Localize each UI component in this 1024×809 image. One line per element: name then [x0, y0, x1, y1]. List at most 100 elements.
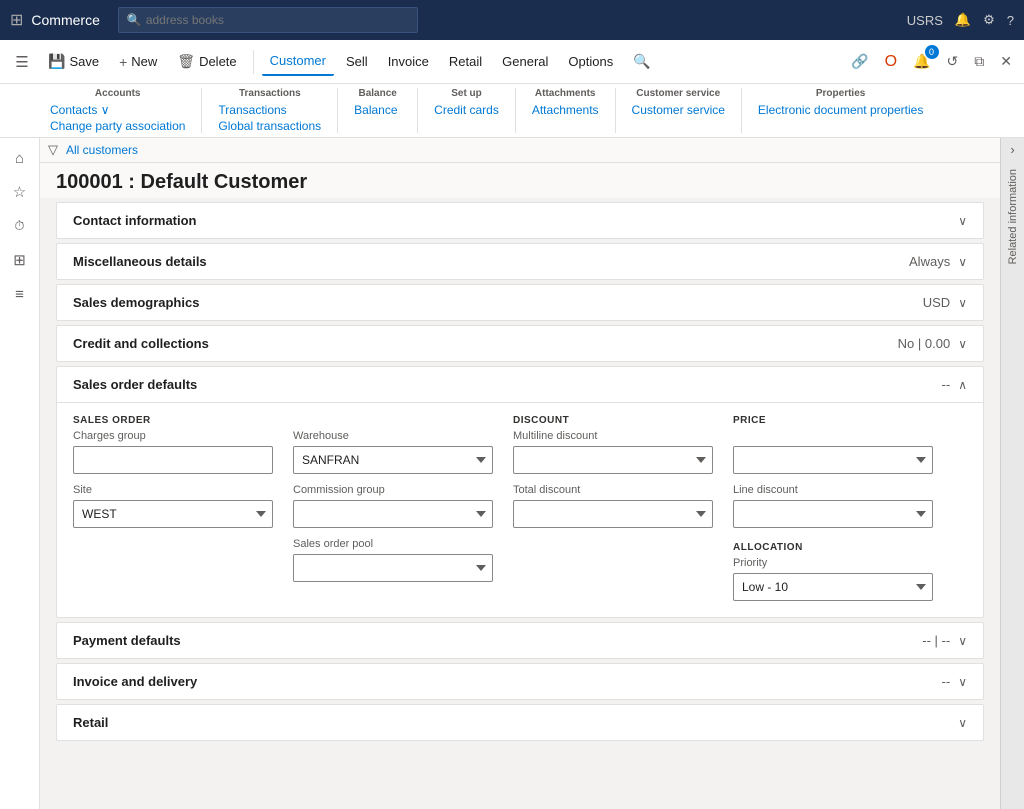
- ribbon-transactions-items: Transactions Global transactions: [218, 103, 321, 133]
- save-button[interactable]: 💾 Save: [40, 47, 107, 76]
- commission-group-field: Commission group: [293, 484, 493, 528]
- priority-select[interactable]: Low - 10: [733, 573, 933, 601]
- warehouse-select[interactable]: SANFRAN: [293, 446, 493, 474]
- filter-icon[interactable]: ▽: [48, 142, 58, 158]
- line-discount-select[interactable]: [733, 500, 933, 528]
- section-sales-demo: Sales demographics USD ∨: [56, 284, 984, 321]
- right-panel: › Related information: [1000, 138, 1024, 809]
- customer-service-link[interactable]: Customer service: [632, 103, 725, 117]
- tab-sell[interactable]: Sell: [338, 48, 376, 75]
- close-icon[interactable]: ✕: [996, 49, 1016, 74]
- sales-order-label: SALES ORDER: [73, 415, 273, 426]
- ribbon-section-attachments: Attachments Attachments: [516, 88, 616, 133]
- ribbon-section-setup: Set up Credit cards: [418, 88, 516, 133]
- breadcrumb[interactable]: All customers: [66, 143, 138, 157]
- ribbon-section-accounts-title: Accounts: [50, 88, 185, 99]
- user-label: USRS: [907, 13, 943, 28]
- section-invoice-header[interactable]: Invoice and delivery -- ∨: [57, 664, 983, 699]
- price-select[interactable]: [733, 446, 933, 474]
- sales-order-pool-field: Sales order pool: [293, 538, 493, 582]
- section-invoice-meta: -- ∨: [942, 674, 967, 689]
- search-input[interactable]: [146, 13, 409, 27]
- section-sales-defaults: Sales order defaults -- ∧ SALES ORDER Ch…: [56, 366, 984, 618]
- sidebar-recent[interactable]: ⏱: [2, 210, 38, 242]
- section-payment: Payment defaults -- | -- ∨: [56, 622, 984, 659]
- section-sales-defaults-meta: -- ∧: [942, 377, 967, 392]
- delete-label: Delete: [199, 54, 237, 69]
- charges-group-label: Charges group: [73, 430, 273, 442]
- restore-icon[interactable]: ⧉: [970, 49, 988, 74]
- ribbon-accounts-items: Contacts ∨ Change party association: [50, 103, 185, 133]
- section-sales-defaults-header[interactable]: Sales order defaults -- ∧: [57, 367, 983, 402]
- section-credit-title: Credit and collections: [73, 336, 209, 351]
- refresh-icon[interactable]: ↺: [943, 49, 963, 74]
- help-icon[interactable]: ?: [1007, 13, 1014, 28]
- misc-meta-value: Always: [909, 254, 950, 269]
- filter-bar: ▽ All customers: [40, 138, 1000, 163]
- notification-icon[interactable]: 🔔 0: [909, 49, 934, 74]
- bell-icon[interactable]: 🔔: [955, 12, 971, 28]
- sidebar-modules[interactable]: ≡: [2, 278, 38, 310]
- notification-count: 0: [925, 45, 939, 59]
- total-discount-select[interactable]: [513, 500, 713, 528]
- section-invoice-title: Invoice and delivery: [73, 674, 197, 689]
- section-retail: Retail ∨: [56, 704, 984, 741]
- multiline-discount-label: Multiline discount: [513, 430, 713, 442]
- credit-meta-value: No | 0.00: [898, 336, 951, 351]
- link-icon[interactable]: 🔗: [847, 49, 872, 74]
- tab-customer[interactable]: Customer: [262, 47, 334, 76]
- ribbon-section-transactions: Transactions Transactions Global transac…: [202, 88, 338, 133]
- grid-icon[interactable]: ⊞: [10, 10, 23, 30]
- right-panel-collapse[interactable]: ›: [1006, 138, 1018, 161]
- customer-header: 100001 : Default Customer: [40, 163, 1000, 198]
- section-payment-header[interactable]: Payment defaults -- | -- ∨: [57, 623, 983, 658]
- section-sales-demo-header[interactable]: Sales demographics USD ∨: [57, 285, 983, 320]
- hamburger-icon[interactable]: ☰: [8, 48, 36, 76]
- transactions-link[interactable]: Transactions: [218, 103, 321, 117]
- section-misc-header[interactable]: Miscellaneous details Always ∨: [57, 244, 983, 279]
- total-discount-field: Total discount: [513, 484, 713, 528]
- sidebar-home[interactable]: ⌂: [2, 142, 38, 174]
- sales-order-pool-label: Sales order pool: [293, 538, 493, 550]
- ribbon-section-properties-title: Properties: [758, 88, 923, 99]
- discount-col: DISCOUNT Multiline discount: [513, 415, 713, 601]
- tab-invoice[interactable]: Invoice: [380, 48, 437, 75]
- tab-options[interactable]: Options: [560, 48, 621, 75]
- search-bar[interactable]: 🔍: [118, 7, 418, 33]
- delete-icon: 🗑: [177, 53, 195, 70]
- charges-group-input[interactable]: [73, 446, 273, 474]
- electronic-doc-link[interactable]: Electronic document properties: [758, 103, 923, 117]
- change-party-link[interactable]: Change party association: [50, 119, 185, 133]
- commission-group-select[interactable]: [293, 500, 493, 528]
- right-panel-label[interactable]: Related information: [1003, 161, 1023, 272]
- site-select[interactable]: WEST: [73, 500, 273, 528]
- section-contact-header[interactable]: Contact information ∨: [57, 203, 983, 238]
- sidebar-workspaces[interactable]: ⊞: [2, 244, 38, 276]
- sales-defaults-chevron-icon: ∧: [958, 378, 967, 392]
- tab-general[interactable]: General: [494, 48, 556, 75]
- ribbon-section-balance: Balance Balance: [338, 88, 418, 133]
- warehouse-field: Warehouse SANFRAN: [293, 430, 493, 474]
- save-icon: 💾: [48, 53, 65, 70]
- search-button[interactable]: 🔍: [625, 47, 658, 76]
- section-retail-header[interactable]: Retail ∨: [57, 705, 983, 740]
- sidebar-favorites[interactable]: ☆: [2, 176, 38, 208]
- global-transactions-link[interactable]: Global transactions: [218, 119, 321, 133]
- tab-general-label: General: [502, 54, 548, 69]
- attachments-link[interactable]: Attachments: [532, 103, 599, 117]
- multiline-discount-select[interactable]: [513, 446, 713, 474]
- office-icon[interactable]: O: [881, 49, 901, 75]
- section-credit-header[interactable]: Credit and collections No | 0.00 ∨: [57, 326, 983, 361]
- ribbon-section-transactions-title: Transactions: [218, 88, 321, 99]
- balance-link[interactable]: Balance: [354, 103, 397, 117]
- credit-cards-link[interactable]: Credit cards: [434, 103, 499, 117]
- contacts-link[interactable]: Contacts ∨: [50, 103, 185, 117]
- settings-icon[interactable]: ⚙: [983, 12, 995, 28]
- search-filter-icon: 🔍: [633, 53, 650, 70]
- new-button[interactable]: + New: [111, 48, 165, 76]
- sales-order-pool-select[interactable]: [293, 554, 493, 582]
- delete-button[interactable]: 🗑 Delete: [169, 47, 244, 76]
- top-bar-actions: USRS 🔔 ⚙ ?: [907, 12, 1014, 28]
- tab-retail[interactable]: Retail: [441, 48, 490, 75]
- content-area: ▽ All customers 100001 : Default Custome…: [40, 138, 1000, 809]
